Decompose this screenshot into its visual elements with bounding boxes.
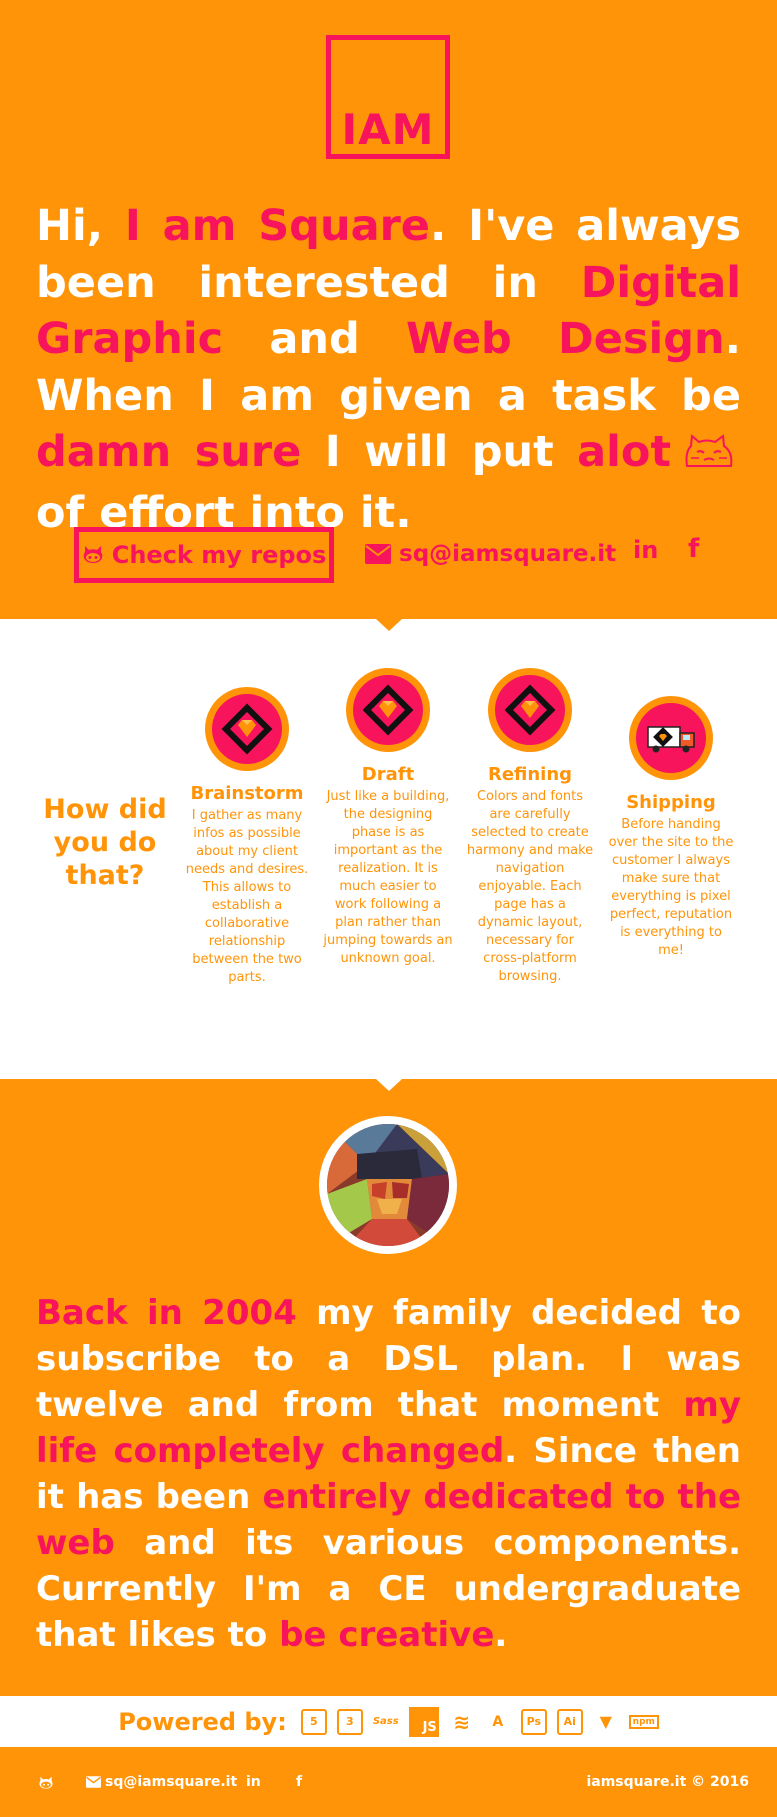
angular-icon: A bbox=[492, 1713, 504, 1730]
grumpy-cat-icon bbox=[683, 428, 735, 485]
process-heading: How did you do that? bbox=[43, 794, 167, 891]
hero-section: IAM Hi, I am Square. I've always been in… bbox=[0, 0, 777, 631]
iam-logo[interactable]: IAM bbox=[326, 35, 450, 159]
npm-icon: npm bbox=[628, 1714, 659, 1729]
highlighted-phrase: damn sure bbox=[36, 427, 302, 477]
delivery-truck-icon bbox=[629, 696, 713, 780]
step-description: Just like a building, the designing phas… bbox=[323, 789, 453, 966]
about-section: Back in 2004 my family decided to subscr… bbox=[0, 1079, 777, 1696]
avatar-image bbox=[327, 1124, 449, 1246]
intro-text: Hi, I am Square. I've always been intere… bbox=[36, 198, 741, 541]
plain-phrase: I will put bbox=[301, 427, 578, 477]
facebook-link[interactable]: f bbox=[688, 534, 699, 564]
github-octocat-icon[interactable] bbox=[38, 1776, 54, 1790]
illustrator-icon: Ai bbox=[556, 1708, 583, 1735]
powered-by-bar: Powered by: 5 3 Sass JS ≋ A Ps Ai ▼ npm bbox=[0, 1696, 777, 1747]
plain-phrase: and bbox=[223, 314, 406, 364]
process-section: How did you do that? Brainstorm I gather… bbox=[0, 619, 777, 1091]
powered-by-label: Powered by: bbox=[118, 1707, 287, 1736]
step-title: Draft bbox=[361, 764, 415, 785]
sketch-diamond-icon bbox=[346, 668, 430, 752]
email-link[interactable]: sq@iamsquare.it bbox=[365, 534, 616, 574]
linkedin-link[interactable]: in bbox=[633, 536, 658, 564]
footer-linkedin-link[interactable]: in bbox=[246, 1774, 261, 1790]
envelope-icon bbox=[86, 1776, 101, 1788]
step-description: Colors and fonts are carefully selected … bbox=[466, 789, 594, 984]
css3-icon: 3 bbox=[336, 1708, 363, 1735]
gulp-icon: ▼ bbox=[599, 1712, 612, 1731]
highlighted-phrase: Web Design bbox=[406, 314, 725, 364]
highlighted-phrase: be creative bbox=[279, 1615, 495, 1655]
email-address: sq@iamsquare.it bbox=[399, 541, 617, 567]
highlighted-phrase: alot bbox=[577, 427, 671, 477]
step-shipping: Shipping Before handing over the site to… bbox=[606, 696, 736, 960]
highlighted-phrase: I am Square bbox=[124, 201, 430, 251]
html5-icon: 5 bbox=[300, 1708, 327, 1735]
footer-facebook-link[interactable]: f bbox=[296, 1774, 302, 1790]
check-repos-button[interactable]: Check my repos bbox=[74, 527, 334, 583]
section-notch bbox=[376, 619, 402, 631]
copyright: iamsquare.it © 2016 bbox=[586, 1774, 749, 1790]
highlighted-phrase: Back in 2004 bbox=[36, 1293, 297, 1333]
sketch-diamond-icon bbox=[488, 668, 572, 752]
step-description: I gather as many infos as possible about… bbox=[185, 808, 309, 985]
sketch-diamond-icon bbox=[205, 687, 289, 771]
plain-phrase: . bbox=[494, 1615, 508, 1655]
footer: sq@iamsquare.it in f iamsquare.it © 2016 bbox=[0, 1747, 777, 1817]
github-octocat-icon bbox=[83, 546, 103, 563]
section-notch bbox=[376, 1079, 402, 1091]
hero-links: Check my repos sq@iamsquare.it in f bbox=[0, 526, 777, 586]
javascript-icon: JS bbox=[408, 1706, 439, 1737]
photoshop-icon: Ps bbox=[520, 1708, 547, 1735]
jquery-icon: ≋ bbox=[453, 1709, 471, 1734]
step-title: Refining bbox=[487, 764, 573, 785]
check-repos-label: Check my repos bbox=[111, 541, 327, 569]
step-draft: Draft Just like a building, the designin… bbox=[323, 668, 453, 968]
sass-icon: Sass bbox=[372, 1716, 399, 1727]
envelope-icon bbox=[365, 544, 391, 564]
plain-phrase: Hi, bbox=[36, 201, 125, 251]
step-title: Brainstorm bbox=[190, 783, 304, 804]
bio-text: Back in 2004 my family decided to subscr… bbox=[36, 1290, 741, 1658]
step-brainstorm: Brainstorm I gather as many infos as pos… bbox=[182, 687, 312, 987]
step-description: Before handing over the site to the cust… bbox=[608, 817, 734, 958]
avatar bbox=[319, 1116, 457, 1254]
footer-email-link[interactable]: sq@iamsquare.it bbox=[86, 1774, 237, 1790]
footer-email-address: sq@iamsquare.it bbox=[105, 1774, 238, 1790]
step-refining: Refining Colors and fonts are carefully … bbox=[465, 668, 595, 986]
step-title: Shipping bbox=[626, 792, 716, 813]
logo-text: IAM bbox=[341, 105, 435, 154]
